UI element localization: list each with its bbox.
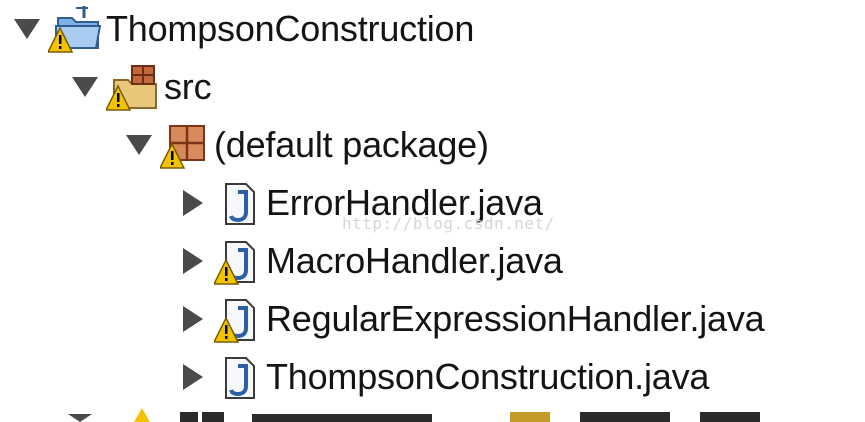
file-label: ThompsonConstruction.java <box>266 356 710 397</box>
warning-icon <box>214 258 240 285</box>
project-folder-icon <box>48 4 102 54</box>
warning-icon <box>214 316 240 343</box>
java-file-icon <box>214 294 260 344</box>
warning-icon <box>48 26 74 53</box>
tree-item-cut-off <box>0 404 865 422</box>
tree-item-file[interactable]: MacroHandler.java <box>176 232 563 290</box>
src-label: src <box>164 66 212 107</box>
chevron-down-icon[interactable] <box>122 128 156 162</box>
package-label: (default package) <box>214 124 489 165</box>
tree-item-file[interactable]: ThompsonConstruction.java <box>176 348 709 406</box>
chevron-right-icon[interactable] <box>176 186 210 220</box>
project-label: ThompsonConstruction <box>106 8 475 49</box>
warning-icon <box>160 142 186 169</box>
tree-item-src[interactable]: src <box>68 58 212 116</box>
watermark: http://blog.csdn.net/ <box>342 214 555 233</box>
java-file-icon <box>214 236 260 286</box>
chevron-right-icon[interactable] <box>176 302 210 336</box>
tree-item-file[interactable]: RegularExpressionHandler.java <box>176 290 765 348</box>
warning-icon <box>106 84 132 111</box>
tree-item-default-package[interactable]: (default package) <box>122 116 489 174</box>
java-file-icon <box>214 352 260 402</box>
package-explorer-tree: ThompsonConstruction src (default packag… <box>0 0 865 422</box>
file-label: MacroHandler.java <box>266 240 563 281</box>
java-file-icon <box>214 178 260 228</box>
source-folder-icon <box>106 62 158 112</box>
chevron-down-icon[interactable] <box>10 12 44 46</box>
chevron-right-icon[interactable] <box>176 360 210 394</box>
chevron-right-icon[interactable] <box>176 244 210 278</box>
package-icon <box>160 120 208 170</box>
chevron-down-icon[interactable] <box>68 70 102 104</box>
tree-item-project[interactable]: ThompsonConstruction <box>10 0 474 58</box>
file-label: RegularExpressionHandler.java <box>266 298 765 339</box>
